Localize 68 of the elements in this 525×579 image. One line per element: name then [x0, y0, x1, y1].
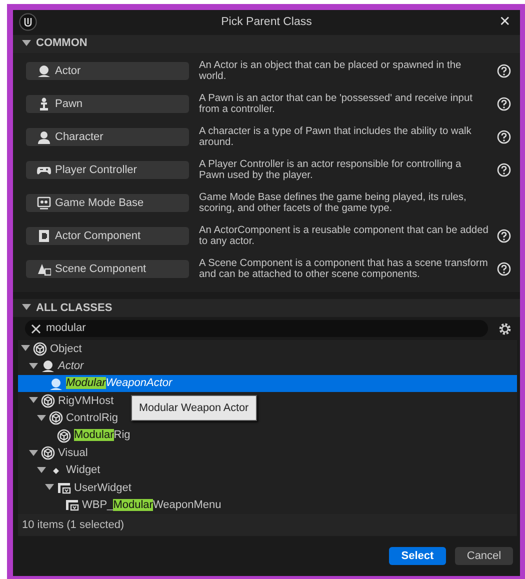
class-button[interactable]: Pawn: [26, 95, 189, 114]
class-button[interactable]: Game Mode Base: [26, 194, 189, 212]
section-header[interactable]: ALL CLASSES: [13, 298, 520, 318]
class-description: A Scene Component is a component that has a scene transform and can be attached to other scene components.: [199, 258, 489, 282]
tree-row[interactable]: Actor: [18, 357, 86, 375]
help-icon[interactable]: [497, 163, 511, 178]
help-icon[interactable]: [497, 229, 511, 244]
caret-icon: [21, 345, 30, 352]
tree-row[interactable]: WBP_ModularWeaponMenu: [18, 496, 224, 514]
caret-icon: [29, 397, 38, 404]
cube-icon: [41, 446, 55, 460]
cube-icon: [33, 342, 47, 356]
person-icon: [37, 130, 51, 144]
help-icon[interactable]: [497, 64, 511, 78]
class-description: Game Mode Base defines the game being played, its rules, scoring, and other facets of the game type.: [199, 192, 468, 216]
cancel-button[interactable]: Cancel: [455, 547, 513, 565]
help-icon[interactable]: [497, 130, 511, 144]
help-icon[interactable]: [497, 97, 511, 112]
tree-row[interactable]: Object: [18, 340, 84, 358]
tooltip: Modular Weapon Actor: [131, 395, 257, 422]
caret-icon: [29, 450, 38, 457]
section-header[interactable]: COMMON: [13, 34, 520, 53]
tree-row[interactable]: ModularWeaponActor: [18, 374, 517, 392]
caret-icon: [22, 304, 31, 312]
class-description: An Actor is an object that can be placed or spawned in the world.: [199, 60, 462, 84]
class-button[interactable]: Scene Component: [26, 260, 189, 278]
help-icon[interactable]: [497, 262, 511, 276]
caret-icon: [22, 40, 31, 48]
tree-row[interactable]: ControlRig: [18, 410, 120, 428]
tree-row[interactable]: Visual: [18, 444, 90, 462]
class-button[interactable]: Actor: [26, 62, 189, 80]
monitor-icon: [37, 196, 51, 210]
pawn-icon: [37, 97, 51, 112]
class-description: A Player Controller is an actor responsible for controlling a Pawn used by the player.: [199, 158, 462, 182]
cube-icon: [41, 394, 55, 408]
tree-row[interactable]: Widget: [18, 462, 102, 480]
class-button[interactable]: Actor Component: [26, 227, 189, 246]
class-description: A character is a type of Pawn that includes the ability to walk around.: [199, 126, 472, 150]
search-input[interactable]: modular: [46, 320, 246, 337]
diamond-icon: [52, 466, 60, 475]
widget-icon: [65, 498, 79, 512]
caret-icon: [45, 484, 54, 492]
class-description: A Pawn is an actor that can be 'possessed' and receive input from a controller.: [199, 92, 474, 116]
actor-icon: [49, 376, 63, 391]
close-button[interactable]: ✕: [496, 12, 514, 30]
caret-icon: [29, 362, 38, 370]
class-button[interactable]: Character: [26, 128, 189, 146]
select-button[interactable]: Select: [389, 547, 446, 565]
settings-icon[interactable]: [498, 322, 512, 336]
component-icon: [37, 229, 51, 244]
window-title: Pick Parent Class: [221, 14, 312, 30]
status-text: 10 items (1 selected): [18, 514, 517, 536]
search-field[interactable]: modular: [25, 320, 488, 338]
class-description: An ActorComponent is a reusable component that can be added to any actor.: [199, 224, 489, 248]
engine-logo-icon: [19, 13, 37, 31]
tree-row[interactable]: ModularRig: [18, 427, 132, 444]
scene-component-icon: [37, 262, 51, 276]
class-button[interactable]: Player Controller: [26, 161, 189, 180]
cube-icon: [49, 411, 63, 426]
caret-icon: [37, 414, 46, 422]
caret-icon: [37, 467, 46, 474]
tree-row[interactable]: UserWidget: [18, 479, 134, 497]
cube-icon: [57, 428, 71, 443]
tree-row[interactable]: RigVMHost: [18, 392, 116, 410]
actor-icon: [37, 64, 51, 78]
clear-icon: [31, 324, 41, 334]
widget-icon: [57, 480, 71, 495]
actor-icon: [41, 359, 55, 374]
